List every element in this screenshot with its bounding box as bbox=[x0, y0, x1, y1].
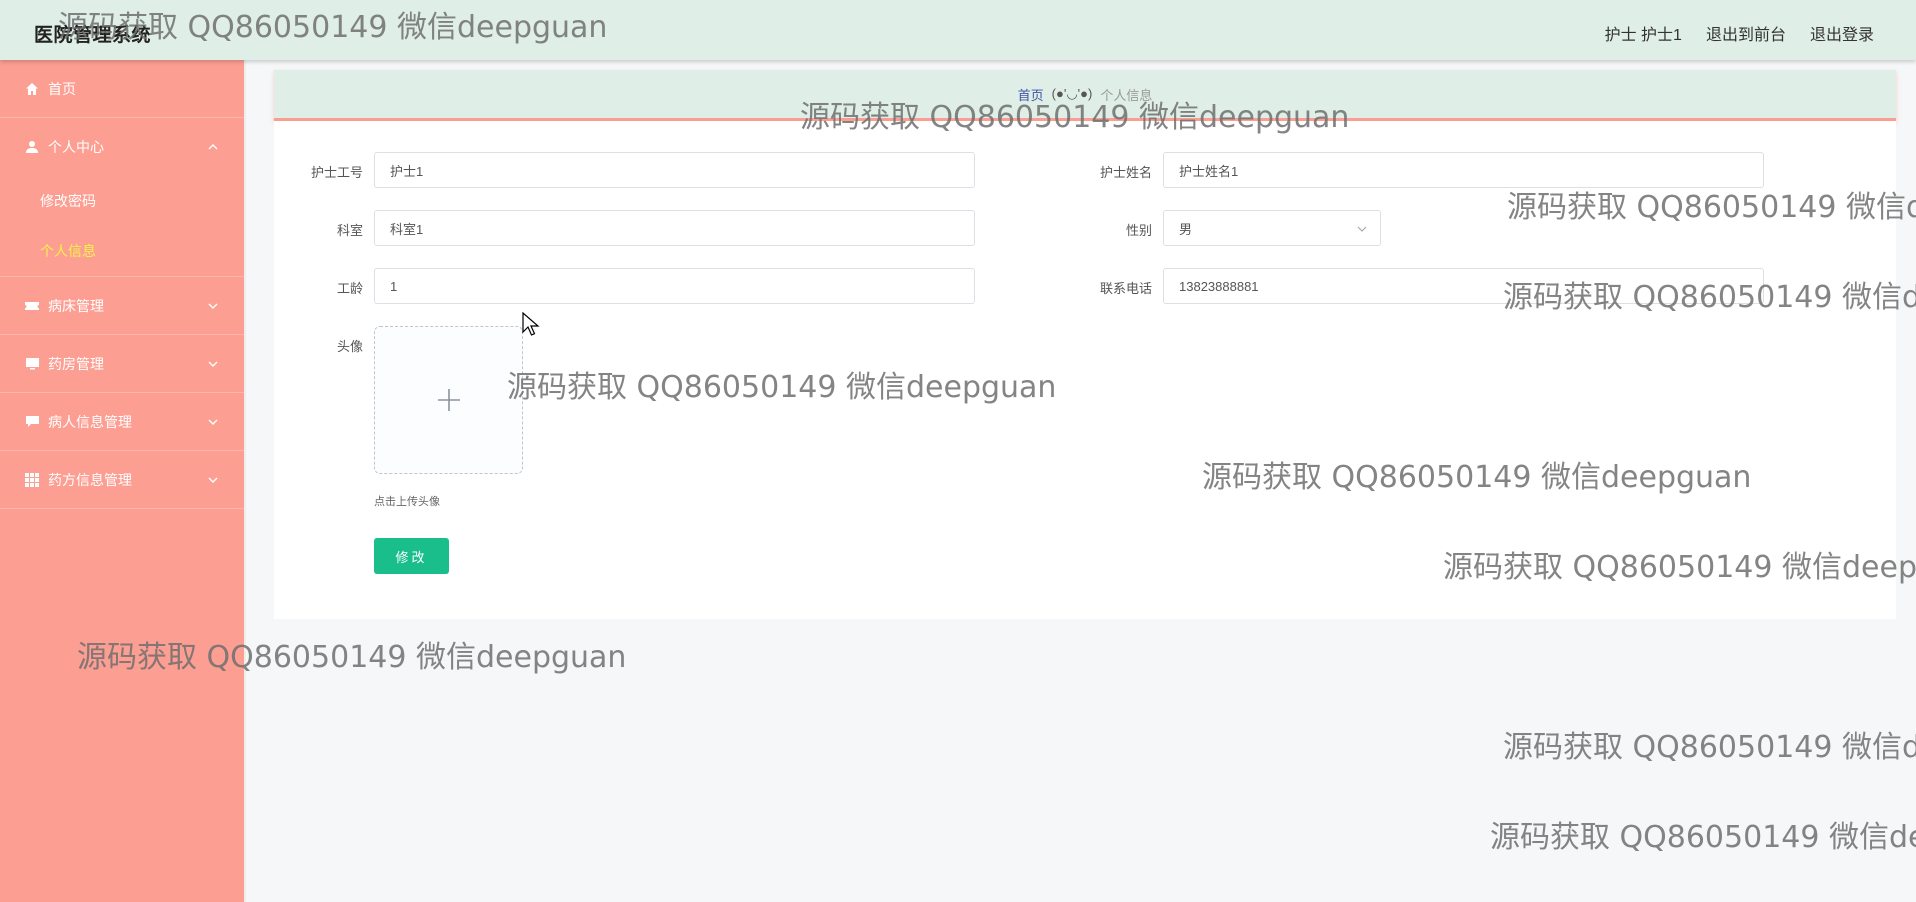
breadcrumb: 首页 (●'◡'●) 个人信息 bbox=[274, 70, 1896, 121]
sidebar-item-change-password[interactable]: 修改密码 bbox=[0, 176, 244, 226]
phone-label: 联系电话 bbox=[1099, 281, 1152, 296]
plus-icon bbox=[437, 389, 460, 411]
user-icon bbox=[24, 139, 40, 155]
sidebar-item-home[interactable]: 首页 bbox=[0, 60, 244, 118]
nurse-name-label: 护士姓名 bbox=[1099, 165, 1152, 180]
sidebar-item-label: 首页 bbox=[48, 80, 76, 97]
sidebar-item-label: 药方信息管理 bbox=[48, 471, 132, 488]
avatar-label: 头像 bbox=[336, 339, 363, 354]
chevron-up-icon bbox=[208, 144, 218, 150]
sidebar-item-label: 药房管理 bbox=[48, 355, 104, 372]
sidebar-item-bed-management[interactable]: 病床管理 bbox=[0, 277, 244, 335]
back-to-front-link[interactable]: 退出到前台 bbox=[1706, 21, 1786, 45]
home-icon bbox=[24, 81, 40, 97]
gender-label: 性别 bbox=[1125, 223, 1152, 238]
top-header: 医院管理系统 护士 护士1 退出到前台 退出登录 bbox=[0, 0, 1916, 60]
sidebar-item-personal-info[interactable]: 个人信息 bbox=[0, 226, 244, 276]
sidebar-item-personal-center[interactable]: 个人中心 bbox=[0, 118, 244, 176]
mouse-cursor-icon bbox=[522, 312, 540, 336]
watermark-text: 源码获取 QQ86050149 微信deepguan bbox=[1490, 820, 1916, 855]
years-field[interactable]: 1 bbox=[374, 268, 975, 304]
sidebar-group-personal-center: 个人中心 修改密码 个人信息 bbox=[0, 118, 244, 277]
breadcrumb-separator: (●'◡'●) bbox=[1051, 86, 1093, 101]
nurse-name-field[interactable]: 护士姓名1 bbox=[1163, 152, 1764, 188]
chevron-down-icon bbox=[208, 361, 218, 367]
sidebar-item-label: 病人信息管理 bbox=[48, 413, 132, 430]
breadcrumb-home-link[interactable]: 首页 bbox=[1018, 85, 1044, 104]
sidebar-item-label: 病床管理 bbox=[48, 297, 104, 314]
sidebar-item-prescription-management[interactable]: 药方信息管理 bbox=[0, 451, 244, 509]
comment-icon bbox=[24, 414, 40, 430]
sidebar-item-patient-info-management[interactable]: 病人信息管理 bbox=[0, 393, 244, 451]
chevron-down-icon bbox=[208, 303, 218, 309]
upload-hint: 点击上传头像 bbox=[374, 496, 440, 508]
modify-button[interactable]: 修改 bbox=[374, 538, 449, 574]
gender-select[interactable]: 男 bbox=[1163, 210, 1381, 246]
department-label: 科室 bbox=[336, 223, 363, 238]
sidebar-item-pharmacy-management[interactable]: 药房管理 bbox=[0, 335, 244, 393]
nurse-no-field[interactable]: 护士1 bbox=[374, 152, 975, 188]
avatar-upload[interactable] bbox=[374, 326, 523, 474]
logout-link[interactable]: 退出登录 bbox=[1810, 21, 1874, 45]
breadcrumb-current: 个人信息 bbox=[1100, 87, 1153, 103]
chevron-down-icon bbox=[208, 419, 218, 425]
ticket-icon bbox=[24, 298, 40, 314]
sidebar: 首页 个人中心 修改密码 个人信息 病床管理 药房管理 病人信息管理 药方信息管… bbox=[0, 60, 246, 902]
current-user-label: 护士 护士1 bbox=[1604, 27, 1682, 44]
phone-field[interactable]: 13823888881 bbox=[1163, 268, 1764, 304]
chevron-down-icon bbox=[208, 477, 218, 483]
monitor-icon bbox=[24, 356, 40, 372]
watermark-text: 源码获取 QQ86050149 微信deepguan bbox=[1503, 730, 1916, 765]
gender-select-value: 男 bbox=[1179, 221, 1193, 237]
header-links: 护士 护士1 退出到前台 退出登录 bbox=[1605, 21, 1874, 45]
grid-icon bbox=[24, 472, 40, 488]
years-label: 工龄 bbox=[336, 281, 363, 296]
app-title: 医院管理系统 bbox=[34, 25, 152, 46]
nurse-no-label: 护士工号 bbox=[310, 165, 363, 180]
department-field[interactable]: 科室1 bbox=[374, 210, 975, 246]
chevron-down-icon bbox=[1357, 226, 1367, 232]
sidebar-item-label: 个人中心 bbox=[48, 139, 104, 155]
